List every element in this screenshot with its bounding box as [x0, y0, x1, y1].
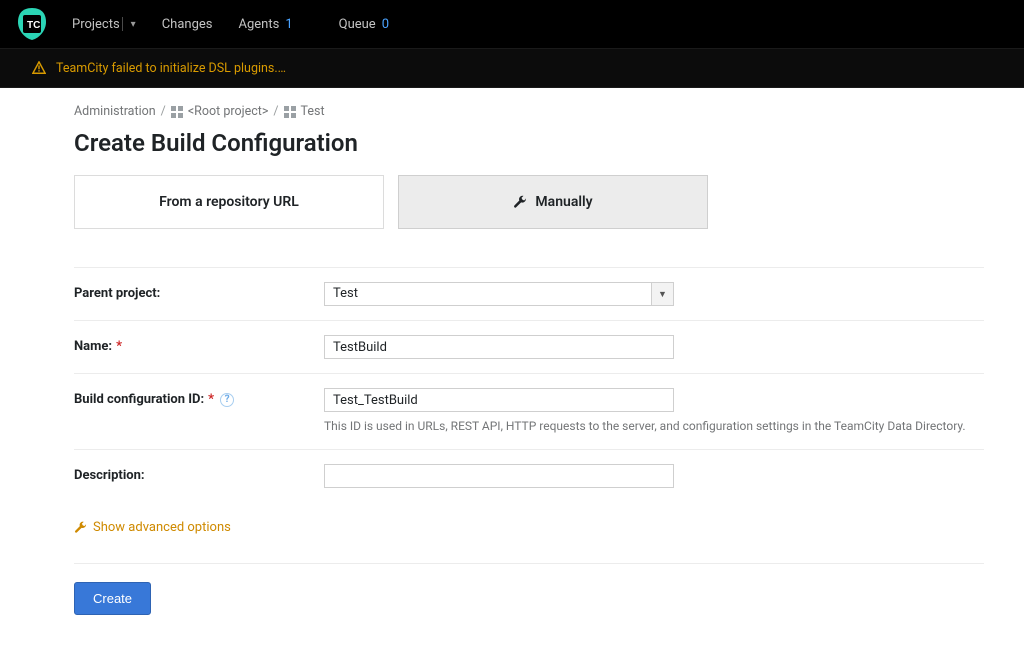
nav-agents-label: Agents [238, 17, 279, 32]
chevron-down-icon: ▼ [651, 283, 673, 305]
help-icon[interactable]: ? [220, 393, 234, 407]
config-id-hint: This ID is used in URLs, REST API, HTTP … [324, 418, 976, 435]
create-button[interactable]: Create [74, 582, 151, 615]
breadcrumb-root[interactable]: <Root project> [188, 104, 269, 119]
row-config-id: Build configuration ID: * ? This ID is u… [74, 373, 984, 449]
row-description: Description: [74, 449, 984, 502]
tab-from-repository-url[interactable]: From a repository URL [74, 175, 384, 229]
warning-icon [32, 61, 46, 75]
label-description: Description: [74, 464, 324, 483]
row-parent-project: Parent project: Test ▼ [74, 267, 984, 320]
label-name: Name: [74, 339, 112, 354]
warning-bar: TeamCity failed to initialize DSL plugin… [0, 48, 1024, 88]
nav-changes-label: Changes [162, 17, 213, 32]
warning-text[interactable]: TeamCity failed to initialize DSL plugin… [56, 61, 286, 76]
name-input[interactable] [324, 335, 674, 359]
tab-manually-label: Manually [535, 194, 592, 210]
chevron-down-icon[interactable]: ▾ [131, 19, 136, 30]
nav-divider [122, 17, 123, 31]
wrench-icon [513, 195, 527, 209]
description-input[interactable] [324, 464, 674, 488]
divider [74, 563, 984, 564]
page-title: Create Build Configuration [74, 129, 984, 157]
topbar: TC Projects ▾ Changes Agents 1 Queue 0 [0, 0, 1024, 48]
parent-project-select[interactable]: Test ▼ [324, 282, 674, 306]
breadcrumb: Administration / <Root project> / Test [74, 104, 984, 119]
breadcrumb-admin[interactable]: Administration [74, 104, 156, 119]
nav-changes[interactable]: Changes [162, 17, 213, 32]
tab-from-repository-url-label: From a repository URL [159, 194, 299, 210]
parent-project-selected: Test [324, 282, 674, 306]
nav-queue-count: 0 [382, 17, 389, 32]
wrench-icon [74, 521, 87, 534]
required-indicator: * [208, 392, 214, 407]
mode-tabs: From a repository URL Manually [74, 175, 984, 229]
show-advanced-options-label: Show advanced options [93, 520, 231, 535]
project-icon [171, 106, 183, 118]
teamcity-logo[interactable]: TC [12, 4, 52, 44]
breadcrumb-project[interactable]: Test [301, 104, 325, 119]
show-advanced-options[interactable]: Show advanced options [74, 520, 231, 535]
svg-text:TC: TC [27, 20, 40, 31]
required-indicator: * [116, 339, 122, 354]
project-icon [284, 106, 296, 118]
nav-agents-count: 1 [285, 17, 292, 32]
row-name: Name: * [74, 320, 984, 373]
nav-queue[interactable]: Queue 0 [339, 17, 389, 32]
nav-projects[interactable]: Projects ▾ [72, 17, 136, 32]
config-id-input[interactable] [324, 388, 674, 412]
tab-manually[interactable]: Manually [398, 175, 708, 229]
breadcrumb-sep: / [161, 104, 166, 119]
nav-projects-label: Projects [72, 17, 120, 32]
nav-queue-label: Queue [339, 17, 376, 32]
teamcity-logo-icon: TC [14, 6, 50, 42]
label-config-id: Build configuration ID: [74, 392, 204, 407]
nav-agents[interactable]: Agents 1 [238, 17, 292, 32]
label-parent-project: Parent project: [74, 282, 324, 301]
breadcrumb-sep: / [273, 104, 278, 119]
